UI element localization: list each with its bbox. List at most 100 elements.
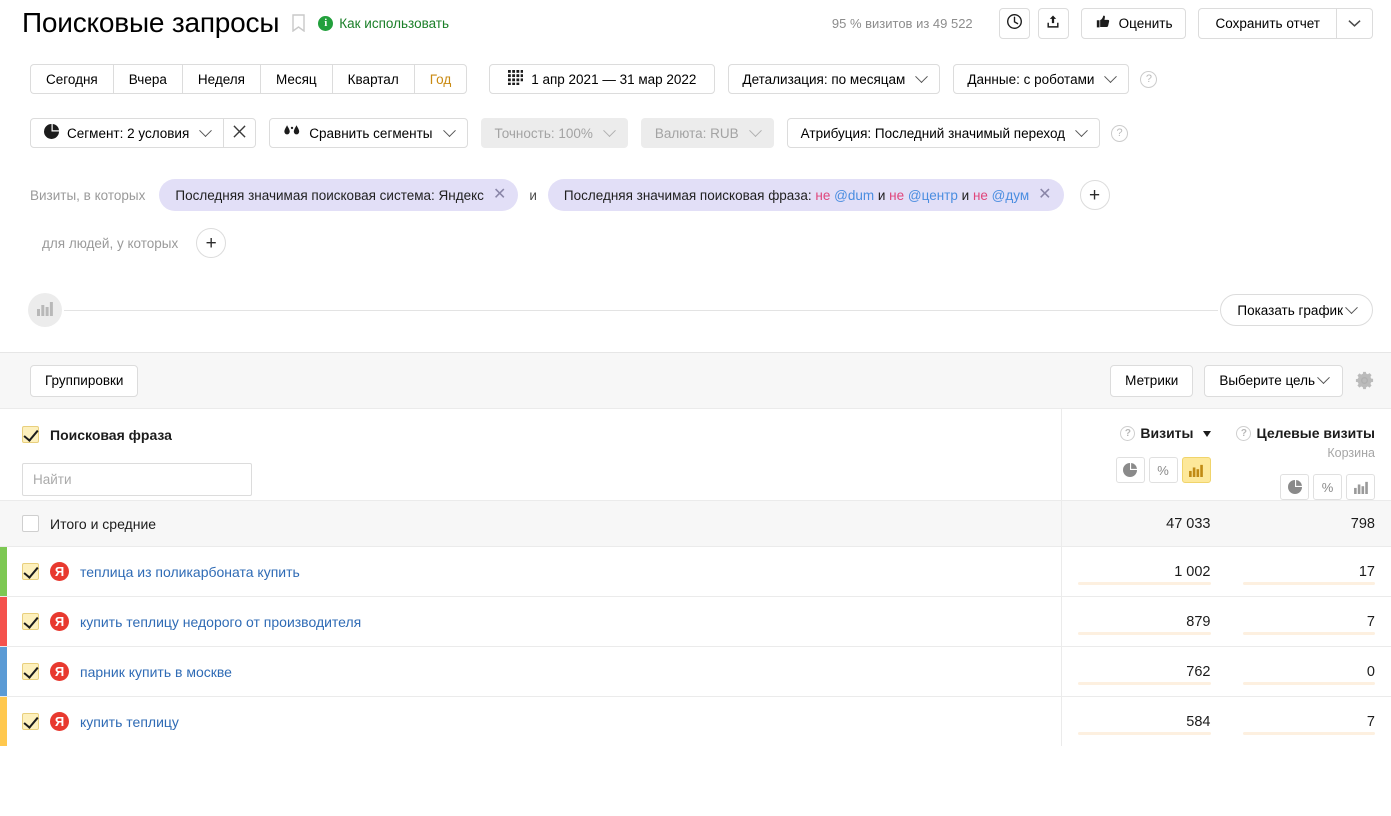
row-value-visits: 584	[1186, 713, 1211, 730]
table-row[interactable]: Я купить теплицу 584 7	[0, 696, 1391, 746]
row-checkbox[interactable]	[22, 663, 39, 680]
chevron-down-icon	[1104, 69, 1118, 83]
chevron-down-icon	[1075, 123, 1088, 137]
row-label[interactable]: парник купить в москве	[80, 664, 232, 680]
view-percent-button-goal[interactable]: %	[1313, 474, 1342, 500]
save-report-dropdown-button[interactable]	[1337, 7, 1373, 39]
visit-conditions-label: Визиты, в которых	[30, 187, 146, 203]
chevron-down-icon	[603, 123, 616, 137]
table-row[interactable]: Я купить теплицу недорого от производите…	[0, 596, 1391, 646]
row-value-goal-visits: 7	[1366, 713, 1375, 730]
row-checkbox[interactable]	[22, 613, 39, 630]
row-label[interactable]: теплица из поликарбоната купить	[80, 564, 300, 580]
people-conditions-row: для людей, у которых +	[0, 224, 1391, 262]
period-presets: Сегодня Вчера Неделя Месяц Квартал Год	[30, 64, 468, 94]
view-buttons-visits: %	[1062, 457, 1211, 483]
period-bar: Сегодня Вчера Неделя Месяц Квартал Год 1…	[0, 58, 1391, 100]
date-range-picker[interactable]: 1 апр 2021 — 31 мар 2022	[489, 64, 716, 94]
totals-value-goal-visits: 798	[1350, 515, 1375, 532]
export-button[interactable]	[1037, 7, 1069, 39]
chart-toggle-button[interactable]	[28, 293, 62, 327]
question-icon[interactable]: ?	[1236, 426, 1252, 441]
row-checkbox[interactable]	[22, 713, 39, 730]
totals-checkbox[interactable]	[22, 515, 39, 532]
row-label[interactable]: купить теплицу	[80, 714, 179, 730]
period-help-icon[interactable]: ?	[1140, 70, 1158, 88]
condition-chip-search-engine[interactable]: Последняя значимая поисковая система: Ян…	[159, 179, 519, 211]
metric-subtitle-goal-visits: Корзина	[1327, 446, 1375, 460]
goal-select-dropdown[interactable]: Выберите цель	[1204, 364, 1343, 397]
segment-clear-button[interactable]	[224, 118, 257, 148]
question-icon[interactable]: ?	[1120, 426, 1136, 441]
view-bar-button-visits[interactable]	[1181, 457, 1211, 483]
search-input[interactable]	[22, 463, 252, 496]
compare-segments-button[interactable]: Сравнить сегменты	[269, 118, 468, 148]
history-button[interactable]	[998, 7, 1030, 39]
table-row[interactable]: Я теплица из поликарбоната купить 1 002 …	[0, 546, 1391, 596]
row-label-cell: Я купить теплицу	[0, 697, 1062, 746]
view-pie-button-goal[interactable]	[1280, 474, 1309, 500]
period-month[interactable]: Месяц	[259, 64, 332, 94]
rate-button[interactable]: Оценить	[1080, 7, 1187, 39]
row-cell-visits: 762	[1062, 647, 1227, 696]
segment-help-icon[interactable]: ?	[1111, 124, 1129, 142]
period-week[interactable]: Неделя	[181, 64, 260, 94]
segment-dropdown[interactable]: Сегмент: 2 условия	[30, 118, 225, 148]
metric-label-goal-visits[interactable]: Целевые визиты	[1256, 424, 1375, 443]
chevron-down-icon	[748, 123, 762, 137]
how-to-use-link[interactable]: i Как использовать	[318, 15, 449, 31]
add-people-condition-button[interactable]: +	[196, 228, 227, 258]
settings-gear-button[interactable]	[1354, 370, 1375, 391]
dimension-label: Поисковая фраза	[50, 426, 172, 443]
calendar-icon	[508, 70, 524, 88]
condition-join-2: и	[961, 187, 970, 203]
currency-dropdown[interactable]: Валюта: RUB	[640, 118, 774, 148]
thumbs-icon	[1095, 14, 1112, 32]
visit-conditions-row: Визиты, в которых Последняя значимая пои…	[0, 176, 1391, 214]
rate-label: Оценить	[1118, 15, 1173, 31]
data-mode-dropdown[interactable]: Данные: с роботами	[953, 64, 1130, 94]
compare-segments-label: Сравнить сегменты	[309, 125, 433, 141]
close-icon[interactable]: ✕	[1038, 187, 1051, 203]
row-cell-visits: 1 002	[1062, 547, 1227, 596]
metrics-button[interactable]: Метрики	[1110, 364, 1194, 397]
percent-icon: %	[1157, 462, 1169, 478]
condition-join-1: и	[877, 187, 886, 203]
condition-chip-search-phrase[interactable]: Последняя значимая поисковая фраза: не @…	[547, 179, 1064, 211]
save-report-button[interactable]: Сохранить отчет	[1198, 7, 1337, 39]
add-visit-condition-button[interactable]: +	[1079, 180, 1110, 210]
attribution-dropdown[interactable]: Атрибуция: Последний значимый переход	[786, 118, 1101, 148]
metric-label-visits[interactable]: Визиты	[1140, 424, 1193, 443]
period-yesterday[interactable]: Вчера	[112, 64, 182, 94]
view-pie-button-visits[interactable]	[1115, 457, 1145, 483]
accuracy-dropdown[interactable]: Точность: 100%	[480, 118, 628, 148]
period-today[interactable]: Сегодня	[30, 64, 113, 94]
row-label[interactable]: купить теплицу недорого от производителя	[80, 614, 361, 630]
view-bar-button-goal[interactable]	[1346, 474, 1375, 500]
row-checkbox[interactable]	[22, 563, 39, 580]
dimension-checkbox[interactable]	[22, 426, 39, 443]
show-graph-label: Показать график	[1237, 302, 1343, 318]
detail-level-dropdown[interactable]: Детализация: по месяцам	[728, 64, 941, 94]
row-value-goal-visits: 17	[1358, 563, 1375, 580]
period-year[interactable]: Год	[413, 64, 468, 94]
row-value-goal-visits: 0	[1366, 663, 1375, 680]
condition-negation-2: не	[889, 187, 905, 203]
groupings-button[interactable]: Группировки	[30, 364, 139, 397]
view-percent-button-visits[interactable]: %	[1148, 457, 1178, 483]
graph-divider-line	[64, 309, 1219, 311]
info-icon: i	[318, 15, 334, 31]
chevron-down-icon	[1345, 300, 1358, 314]
show-graph-button[interactable]: Показать график	[1220, 294, 1373, 326]
bookmark-icon[interactable]	[291, 13, 306, 33]
table-row[interactable]: Я парник купить в москве 762 0	[0, 646, 1391, 696]
table-toolbar: Группировки Метрики Выберите цель	[0, 353, 1391, 409]
graph-toggle-row: Показать график	[0, 290, 1391, 330]
chevron-down-icon	[442, 123, 456, 137]
condition-negation-3: не	[972, 187, 988, 203]
close-icon[interactable]: ✕	[493, 187, 506, 203]
sort-descending-icon[interactable]	[1202, 431, 1211, 437]
segment-group: Сегмент: 2 условия	[30, 118, 257, 148]
period-quarter[interactable]: Квартал	[331, 64, 414, 94]
yandex-icon: Я	[50, 612, 69, 631]
